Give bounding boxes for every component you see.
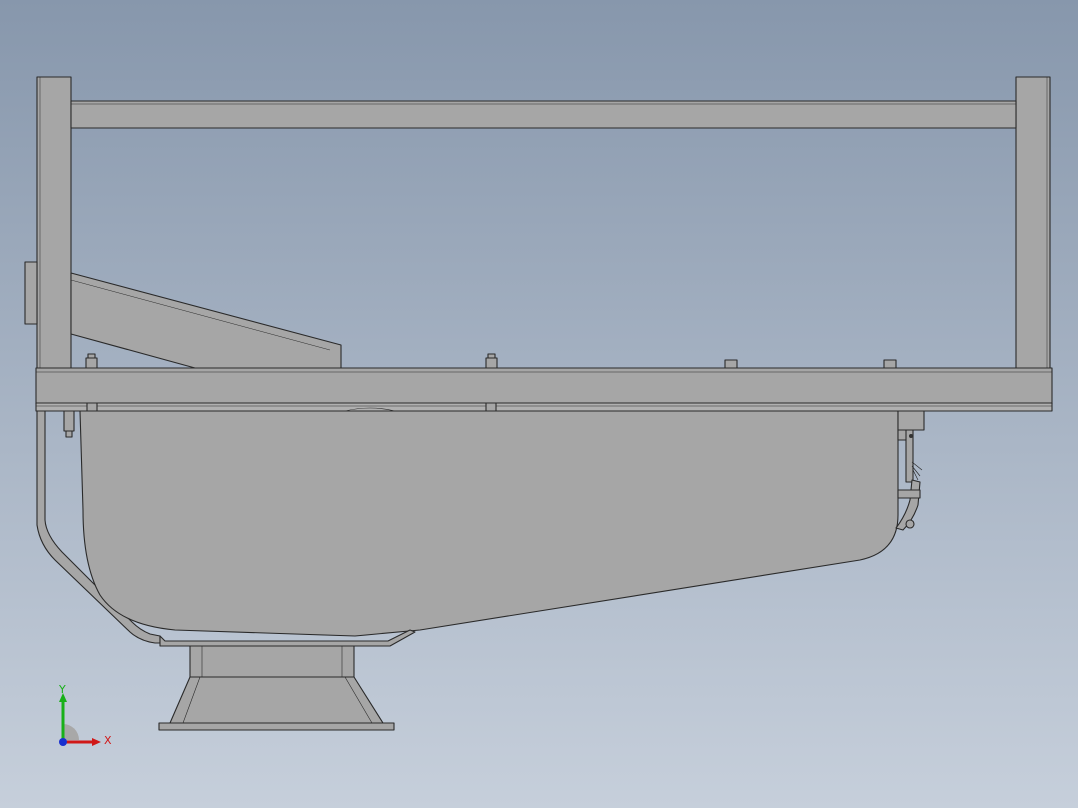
- outlet-cone: [169, 676, 384, 724]
- triad-arc: [63, 724, 79, 740]
- main-beam: [35, 367, 1053, 412]
- left-bolt-stack: [63, 410, 75, 432]
- bolt-nut: [485, 402, 497, 412]
- bolt-head: [85, 357, 98, 369]
- drive-pin: [905, 519, 915, 529]
- drive-clamp: [897, 489, 921, 499]
- bolt-head: [724, 359, 738, 369]
- outlet-funnel: [158, 645, 395, 731]
- y-axis-label: Y: [58, 684, 66, 696]
- drive-fastener: [909, 434, 913, 438]
- beam-base-plate: [35, 402, 1053, 412]
- x-axis-arrow: [92, 738, 101, 746]
- bracket-mount-plate: [24, 261, 38, 325]
- trough-body: [79, 410, 899, 637]
- frame-top-rail: [70, 100, 1017, 129]
- x-axis-label: X: [104, 734, 112, 747]
- bolt-nut: [86, 402, 98, 412]
- drive-mount-block: [897, 410, 925, 431]
- drive-bracket: [895, 410, 925, 531]
- bolt-tip: [487, 353, 496, 359]
- outlet-flange: [158, 722, 395, 731]
- outlet-neck: [189, 645, 355, 678]
- graphics-viewport[interactable]: X Y: [0, 0, 1078, 808]
- left-bolt-nut: [65, 430, 73, 438]
- bolt-tip: [87, 353, 96, 359]
- drive-shaft-plate: [905, 429, 914, 483]
- bolt-head: [485, 357, 498, 369]
- bracket-arm: [70, 272, 342, 369]
- main-beam-body: [35, 367, 1053, 405]
- frame-left-post: [36, 76, 72, 370]
- inclined-bracket: [24, 261, 342, 369]
- reference-triad: X Y: [58, 684, 112, 747]
- frame-right-post: [1015, 76, 1051, 370]
- z-axis-dot: [59, 738, 67, 746]
- cad-model-view[interactable]: [0, 0, 1078, 808]
- bolt-head: [883, 359, 897, 369]
